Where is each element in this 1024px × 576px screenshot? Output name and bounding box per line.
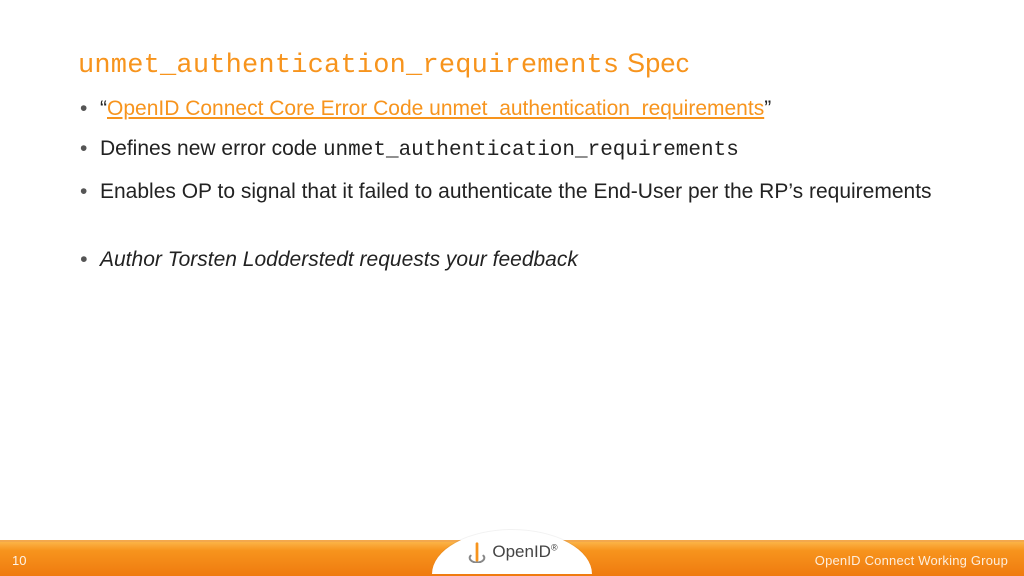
defines-text: Defines new error code [100,137,323,160]
title-code: unmet_authentication_requirements [78,51,619,81]
defines-code: unmet_authentication_requirements [323,139,739,162]
bullet-list: “OpenID Connect Core Error Code unmet_au… [78,95,964,274]
bullet-enables: Enables OP to signal that it failed to a… [78,178,964,206]
bullet-link-item: “OpenID Connect Core Error Code unmet_au… [78,95,964,123]
page-number: 10 [12,553,26,568]
bullet-spacer [78,218,964,228]
bullet-defines: Defines new error code unmet_authenticat… [78,135,964,165]
slide-content: unmet_authentication_requirements Spec “… [78,48,964,286]
slide-title: unmet_authentication_requirements Spec [78,48,964,81]
logo-word: OpenID [492,542,551,561]
footer-group-label: OpenID Connect Working Group [815,553,1008,568]
logo-text: OpenID® [492,542,557,562]
slide: unmet_authentication_requirements Spec “… [0,0,1024,576]
openid-logo-icon [466,541,488,563]
spec-link[interactable]: OpenID Connect Core Error Code unmet_aut… [107,97,764,120]
footer: 10 OpenID Connect Working Group OpenID® [0,532,1024,576]
title-suffix: Spec [619,48,689,78]
registered-mark: ® [551,542,558,552]
bullet-author: Author Torsten Lodderstedt requests your… [78,246,964,274]
quote-open: “ [100,97,107,120]
quote-close: ” [764,97,771,120]
